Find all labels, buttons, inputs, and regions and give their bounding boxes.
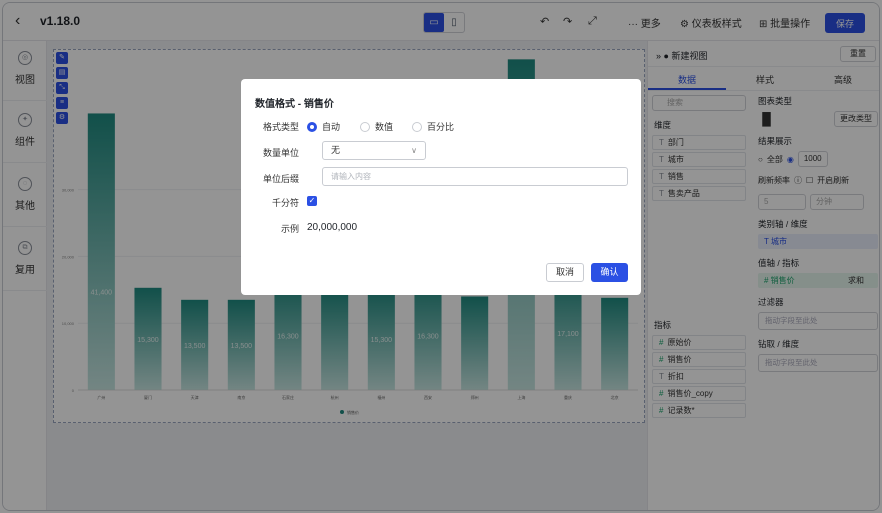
unit-select[interactable]: 无 ∨ [322,141,426,160]
cancel-button[interactable]: 取消 [546,263,584,282]
radio-number[interactable]: 数值 [360,120,393,133]
ok-button[interactable]: 确认 [591,263,628,282]
radio-auto[interactable]: 自动 [307,120,340,133]
suffix-label: 单位后缀 [262,174,299,184]
format-type-label: 格式类型 [262,122,299,132]
example-value: 20,000,000 [307,222,358,233]
radio-dot [307,121,317,132]
unit-select-value: 无 [331,145,341,155]
radio-auto-label: 自动 [322,122,341,132]
thousands-checkbox[interactable]: ✓ [307,196,317,206]
suffix-input[interactable]: 请输入内容 [322,167,628,186]
radio-percent-label: 百分比 [427,122,455,132]
radio-percent[interactable]: 百分比 [412,120,454,133]
radio-dot [412,121,422,132]
radio-number-label: 数值 [375,122,394,132]
thousands-label: 千分符 [271,198,299,208]
radio-dot [360,121,370,132]
chevron-down-icon: ∨ [411,146,417,155]
example-label: 示例 [280,224,299,234]
dialog-title: 数值格式 - 销售价 [255,99,334,110]
unit-label: 数量单位 [262,148,299,158]
number-format-dialog: 数值格式 - 销售价 格式类型 自动 数值 百分比 数量单位 无 ∨ 单位后缀 请… [241,79,641,295]
